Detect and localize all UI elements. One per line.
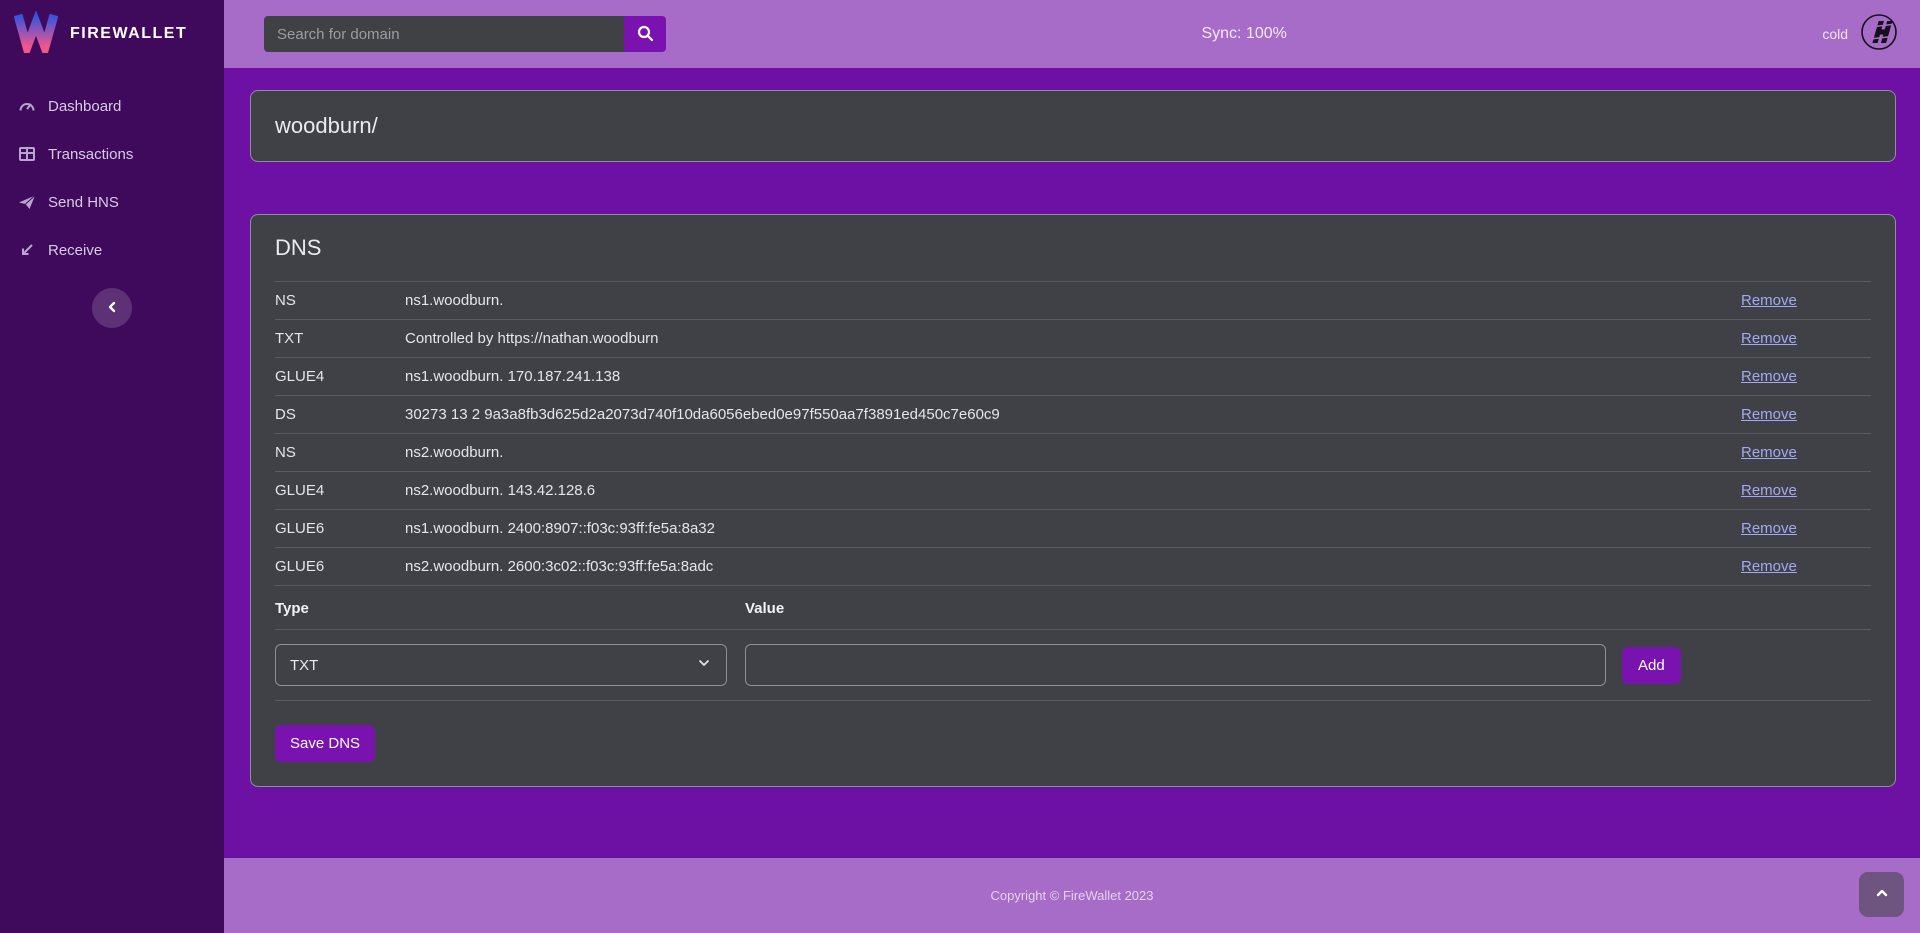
record-type-selected: TXT <box>290 657 318 674</box>
record-type: NS <box>275 444 405 461</box>
sidebar-item-transactions[interactable]: Transactions <box>0 130 224 178</box>
dns-records-table: NS ns1.woodburn. Remove TXT Controlled b… <box>275 281 1871 586</box>
domain-search-group <box>264 16 666 52</box>
sidebar-item-label: Transactions <box>48 146 133 163</box>
dns-record-row: GLUE6 ns2.woodburn. 2600:3c02::f03c:93ff… <box>275 548 1871 586</box>
record-value: ns2.woodburn. <box>405 444 1711 461</box>
record-value: ns2.woodburn. 2600:3c02::f03c:93ff:fe5a:… <box>405 558 1711 575</box>
record-type: GLUE4 <box>275 368 405 385</box>
record-type: DS <box>275 406 405 423</box>
handshake-logo-icon <box>1860 13 1898 56</box>
sidebar-item-receive[interactable]: Receive <box>0 226 224 274</box>
scroll-to-top-button[interactable] <box>1859 872 1904 917</box>
domain-title: woodburn/ <box>275 113 378 139</box>
arrow-down-left-icon <box>18 241 36 259</box>
brand-name: FIREWALLET <box>70 25 187 43</box>
content: woodburn/ DNS NS ns1.woodburn. Remove TX… <box>224 68 1920 858</box>
remove-record-link[interactable]: Remove <box>1741 482 1797 499</box>
dns-record-row: DS 30273 13 2 9a3a8fb3d625d2a2073d740f10… <box>275 396 1871 434</box>
dns-record-row: GLUE4 ns1.woodburn. 170.187.241.138 Remo… <box>275 358 1871 396</box>
chevron-up-icon <box>1874 885 1890 904</box>
dns-record-row: NS ns1.woodburn. Remove <box>275 282 1871 320</box>
remove-record-link[interactable]: Remove <box>1741 292 1797 309</box>
type-column-label: Type <box>275 600 745 617</box>
paper-plane-icon <box>18 193 36 211</box>
dns-record-row: TXT Controlled by https://nathan.woodbur… <box>275 320 1871 358</box>
footer: Copyright © FireWallet 2023 <box>224 858 1920 933</box>
remove-record-link[interactable]: Remove <box>1741 406 1797 423</box>
domain-search-input[interactable] <box>264 16 624 52</box>
record-value: ns2.woodburn. 143.42.128.6 <box>405 482 1711 499</box>
add-record-header: Type Value <box>275 586 1871 630</box>
record-value-input[interactable] <box>745 644 1606 686</box>
record-type: NS <box>275 292 405 309</box>
record-value: 30273 13 2 9a3a8fb3d625d2a2073d740f10da6… <box>405 406 1711 423</box>
remove-record-link[interactable]: Remove <box>1741 520 1797 537</box>
record-type: GLUE6 <box>275 520 405 537</box>
brand[interactable]: FIREWALLET <box>0 0 224 68</box>
sidebar-item-label: Receive <box>48 242 102 259</box>
table-icon <box>18 145 36 163</box>
dns-record-row: GLUE6 ns1.woodburn. 2400:8907::f03c:93ff… <box>275 510 1871 548</box>
chevron-left-icon <box>104 299 120 318</box>
add-record-form: TXT Add <box>275 630 1871 701</box>
dns-section-title: DNS <box>275 235 1871 261</box>
gauge-icon <box>18 97 36 115</box>
search-icon <box>636 24 654 45</box>
record-type: TXT <box>275 330 405 347</box>
chevron-down-icon <box>696 655 712 675</box>
record-type: GLUE4 <box>275 482 405 499</box>
add-record-button[interactable]: Add <box>1622 647 1681 684</box>
sidebar-collapse-button[interactable] <box>92 288 132 328</box>
wallet-name: cold <box>1822 26 1848 42</box>
dns-card: DNS NS ns1.woodburn. Remove TXT Controll… <box>250 214 1896 787</box>
dns-record-row: NS ns2.woodburn. Remove <box>275 434 1871 472</box>
sidebar-item-dashboard[interactable]: Dashboard <box>0 82 224 130</box>
sidebar-item-label: Send HNS <box>48 194 119 211</box>
sidebar: FIREWALLET Dashboard Transactions Send H… <box>0 0 224 933</box>
remove-record-link[interactable]: Remove <box>1741 368 1797 385</box>
value-column-label: Value <box>745 600 1606 617</box>
record-type-select[interactable]: TXT <box>275 644 727 686</box>
remove-record-link[interactable]: Remove <box>1741 444 1797 461</box>
dns-record-row: GLUE4 ns2.woodburn. 143.42.128.6 Remove <box>275 472 1871 510</box>
record-value: ns1.woodburn. <box>405 292 1711 309</box>
record-value: ns1.woodburn. 2400:8907::f03c:93ff:fe5a:… <box>405 520 1711 537</box>
sidebar-nav: Dashboard Transactions Send HNS Receive <box>0 68 224 274</box>
firewallet-logo-icon <box>14 11 58 58</box>
copyright-text: Copyright © FireWallet 2023 <box>991 888 1154 903</box>
record-value: ns1.woodburn. 170.187.241.138 <box>405 368 1711 385</box>
domain-title-card: woodburn/ <box>250 90 1896 162</box>
sidebar-item-send-hns[interactable]: Send HNS <box>0 178 224 226</box>
save-dns-button[interactable]: Save DNS <box>275 725 375 762</box>
topbar: Sync: 100% cold <box>224 0 1920 68</box>
record-type: GLUE6 <box>275 558 405 575</box>
sync-status: Sync: 100% <box>666 25 1822 43</box>
main-column: Sync: 100% cold woodburn/ <box>224 0 1920 933</box>
sidebar-item-label: Dashboard <box>48 98 121 115</box>
wallet-group[interactable]: cold <box>1822 13 1904 56</box>
remove-record-link[interactable]: Remove <box>1741 330 1797 347</box>
search-button[interactable] <box>624 16 666 52</box>
record-value: Controlled by https://nathan.woodburn <box>405 330 1711 347</box>
remove-record-link[interactable]: Remove <box>1741 558 1797 575</box>
